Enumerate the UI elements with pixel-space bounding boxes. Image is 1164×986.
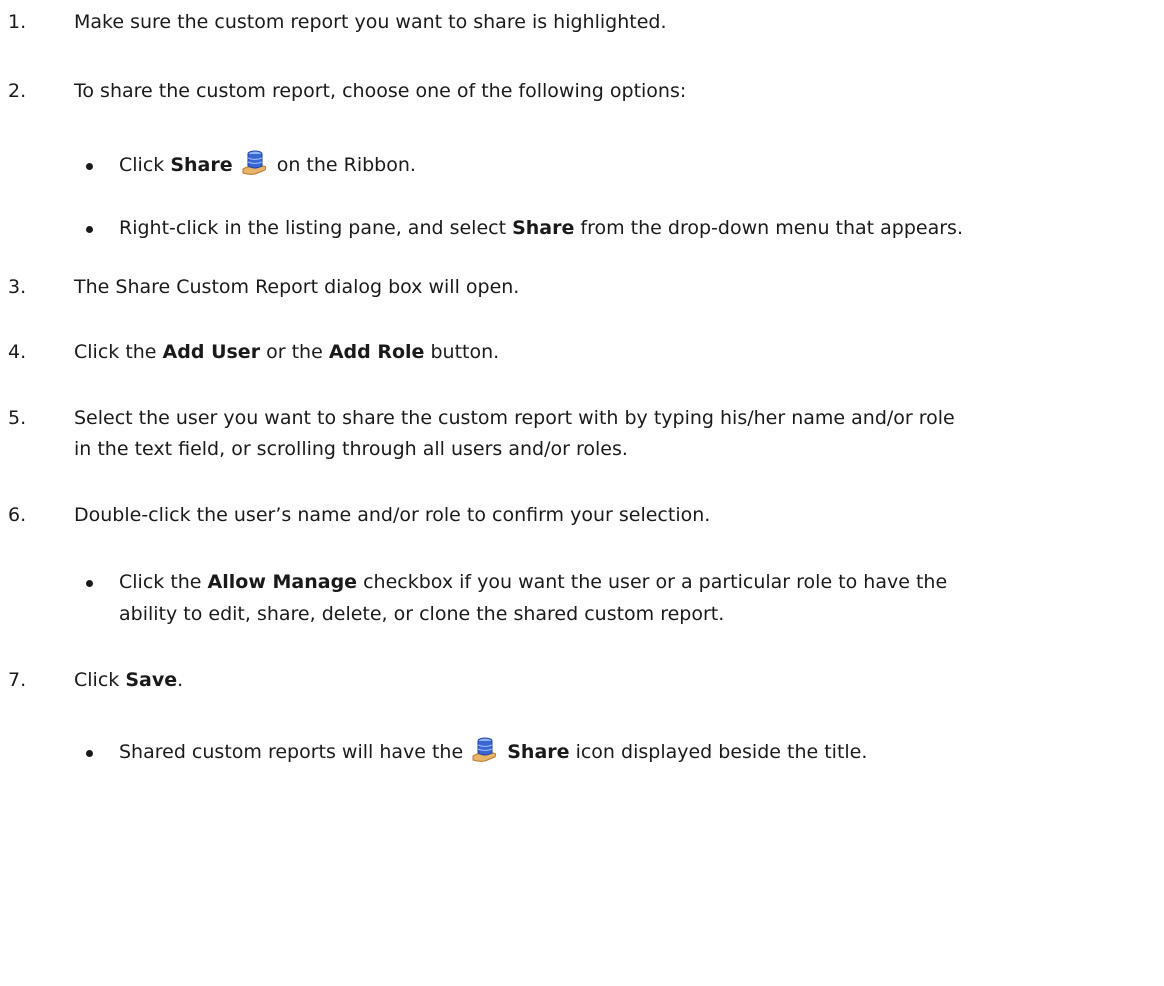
list-item-continued: ability to edit, share, delete, or clone…	[119, 603, 725, 625]
text-run: Click the	[74, 341, 163, 363]
add-user-label: Add User	[162, 341, 261, 363]
step-number: 7.	[8, 669, 27, 691]
add-role-label: Add Role	[328, 341, 425, 363]
step-text: To share the custom report, choose one o…	[74, 80, 687, 102]
step-text: Click the Add User or the Add Role butto…	[74, 336, 499, 368]
step-number: 5.	[8, 407, 27, 429]
text-run: .	[177, 669, 184, 691]
list-item: Right-click in the listing pane, and sel…	[119, 212, 963, 244]
list-item: Shared custom reports will have the Shar…	[119, 736, 867, 768]
share-command: Share	[507, 741, 570, 763]
step-text-continued: in the text field, or scrolling through …	[74, 438, 628, 460]
share-command: Share	[512, 217, 575, 239]
sub-text: from the drop-down menu that appears.	[574, 217, 963, 239]
step-text: Double-click the user’s name and/or role…	[74, 504, 711, 526]
step-number: 3.	[8, 276, 27, 298]
step-text: Click Save.	[74, 664, 183, 696]
save-label: Save	[125, 669, 178, 691]
step-text: The Share Custom Report dialog box will …	[74, 276, 520, 298]
step-number: 4.	[8, 341, 27, 363]
list-item: Click Share on the Ribbon.	[119, 149, 416, 181]
sub-text: Click the	[119, 571, 208, 593]
step-text: Make sure the custom report you want to …	[74, 11, 667, 33]
sub-text: icon displayed beside the title.	[569, 741, 868, 763]
sub-text: checkbox if you want the user or a parti…	[357, 571, 948, 593]
sub-text: on the Ribbon.	[276, 154, 416, 176]
step-number: 1.	[8, 11, 27, 33]
step-number: 6.	[8, 504, 27, 526]
share-icon	[472, 737, 497, 762]
sub-text: Shared custom reports will have the	[119, 741, 470, 763]
share-icon	[242, 150, 266, 175]
sub-text: Click	[119, 154, 171, 176]
sub-text: Right-click in the listing pane, and sel…	[119, 217, 513, 239]
step-number: 2.	[8, 80, 27, 102]
step-text: Select the user you want to share the cu…	[74, 407, 955, 429]
list-item: Click the Allow Manage checkbox if you w…	[119, 566, 947, 598]
allow-manage-label: Allow Manage	[207, 571, 358, 593]
share-command: Share	[170, 154, 233, 176]
text-run: Click	[74, 669, 126, 691]
text-run: or the	[260, 341, 329, 363]
text-run: button.	[424, 341, 500, 363]
